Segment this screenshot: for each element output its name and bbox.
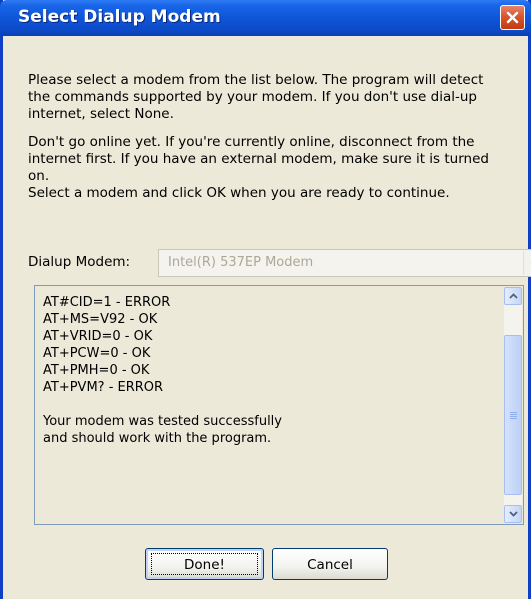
scroll-up-button[interactable]	[504, 287, 522, 305]
dialup-modem-value: Intel(R) 537EP Modem	[168, 255, 314, 270]
instruction-paragraph-1: Please select a modem from the list belo…	[28, 72, 484, 122]
log-line: AT+PCW=0 - OK	[43, 346, 151, 361]
dialup-modem-row: Dialup Modem: Intel(R) 537EP Modem	[28, 249, 531, 277]
vertical-scrollbar[interactable]	[504, 287, 522, 523]
log-line: AT+VRID=0 - OK	[43, 329, 153, 344]
dialup-modem-label: Dialup Modem:	[28, 254, 131, 270]
instructions: Please select a modem from the list belo…	[28, 72, 508, 202]
window-title: Select Dialup Modem	[18, 7, 221, 27]
cancel-button-label: Cancel	[307, 557, 353, 573]
log-result-line-1: Your modem was tested successfully	[43, 414, 282, 429]
cancel-button[interactable]: Cancel	[272, 548, 388, 580]
dialup-modem-select[interactable]: Intel(R) 537EP Modem	[158, 249, 531, 277]
scroll-thumb[interactable]	[504, 335, 522, 495]
scroll-down-button[interactable]	[504, 505, 522, 523]
close-icon	[506, 11, 519, 24]
log-line: AT+MS=V92 - OK	[43, 312, 158, 327]
dropdown-arrow-button[interactable]	[523, 251, 531, 275]
scroll-up-icon	[508, 293, 518, 299]
log-line: AT+PVM? - ERROR	[43, 380, 164, 395]
done-button[interactable]: Done!	[145, 548, 264, 580]
title-bar[interactable]: Select Dialup Modem	[0, 0, 531, 36]
instruction-paragraph-2: Don't go online yet. If you're currently…	[28, 134, 489, 184]
close-button[interactable]	[500, 5, 525, 30]
log-line: AT#CID=1 - ERROR	[43, 295, 171, 310]
instruction-paragraph-3: Select a modem and click OK when you are…	[28, 185, 450, 201]
log-spacer	[43, 396, 483, 413]
grip-icon	[509, 411, 517, 420]
scroll-down-icon	[508, 511, 518, 517]
log-line: AT+PMH=0 - OK	[43, 363, 150, 378]
modem-test-log[interactable]: AT#CID=1 - ERROR AT+MS=V92 - OK AT+VRID=…	[34, 285, 524, 525]
focus-rectangle	[151, 553, 258, 575]
dialog-window: Select Dialup Modem Please select a mode…	[0, 0, 531, 599]
log-content: AT#CID=1 - ERROR AT+MS=V92 - OK AT+VRID=…	[43, 294, 483, 447]
log-result-line-2: and should work with the program.	[43, 431, 272, 446]
